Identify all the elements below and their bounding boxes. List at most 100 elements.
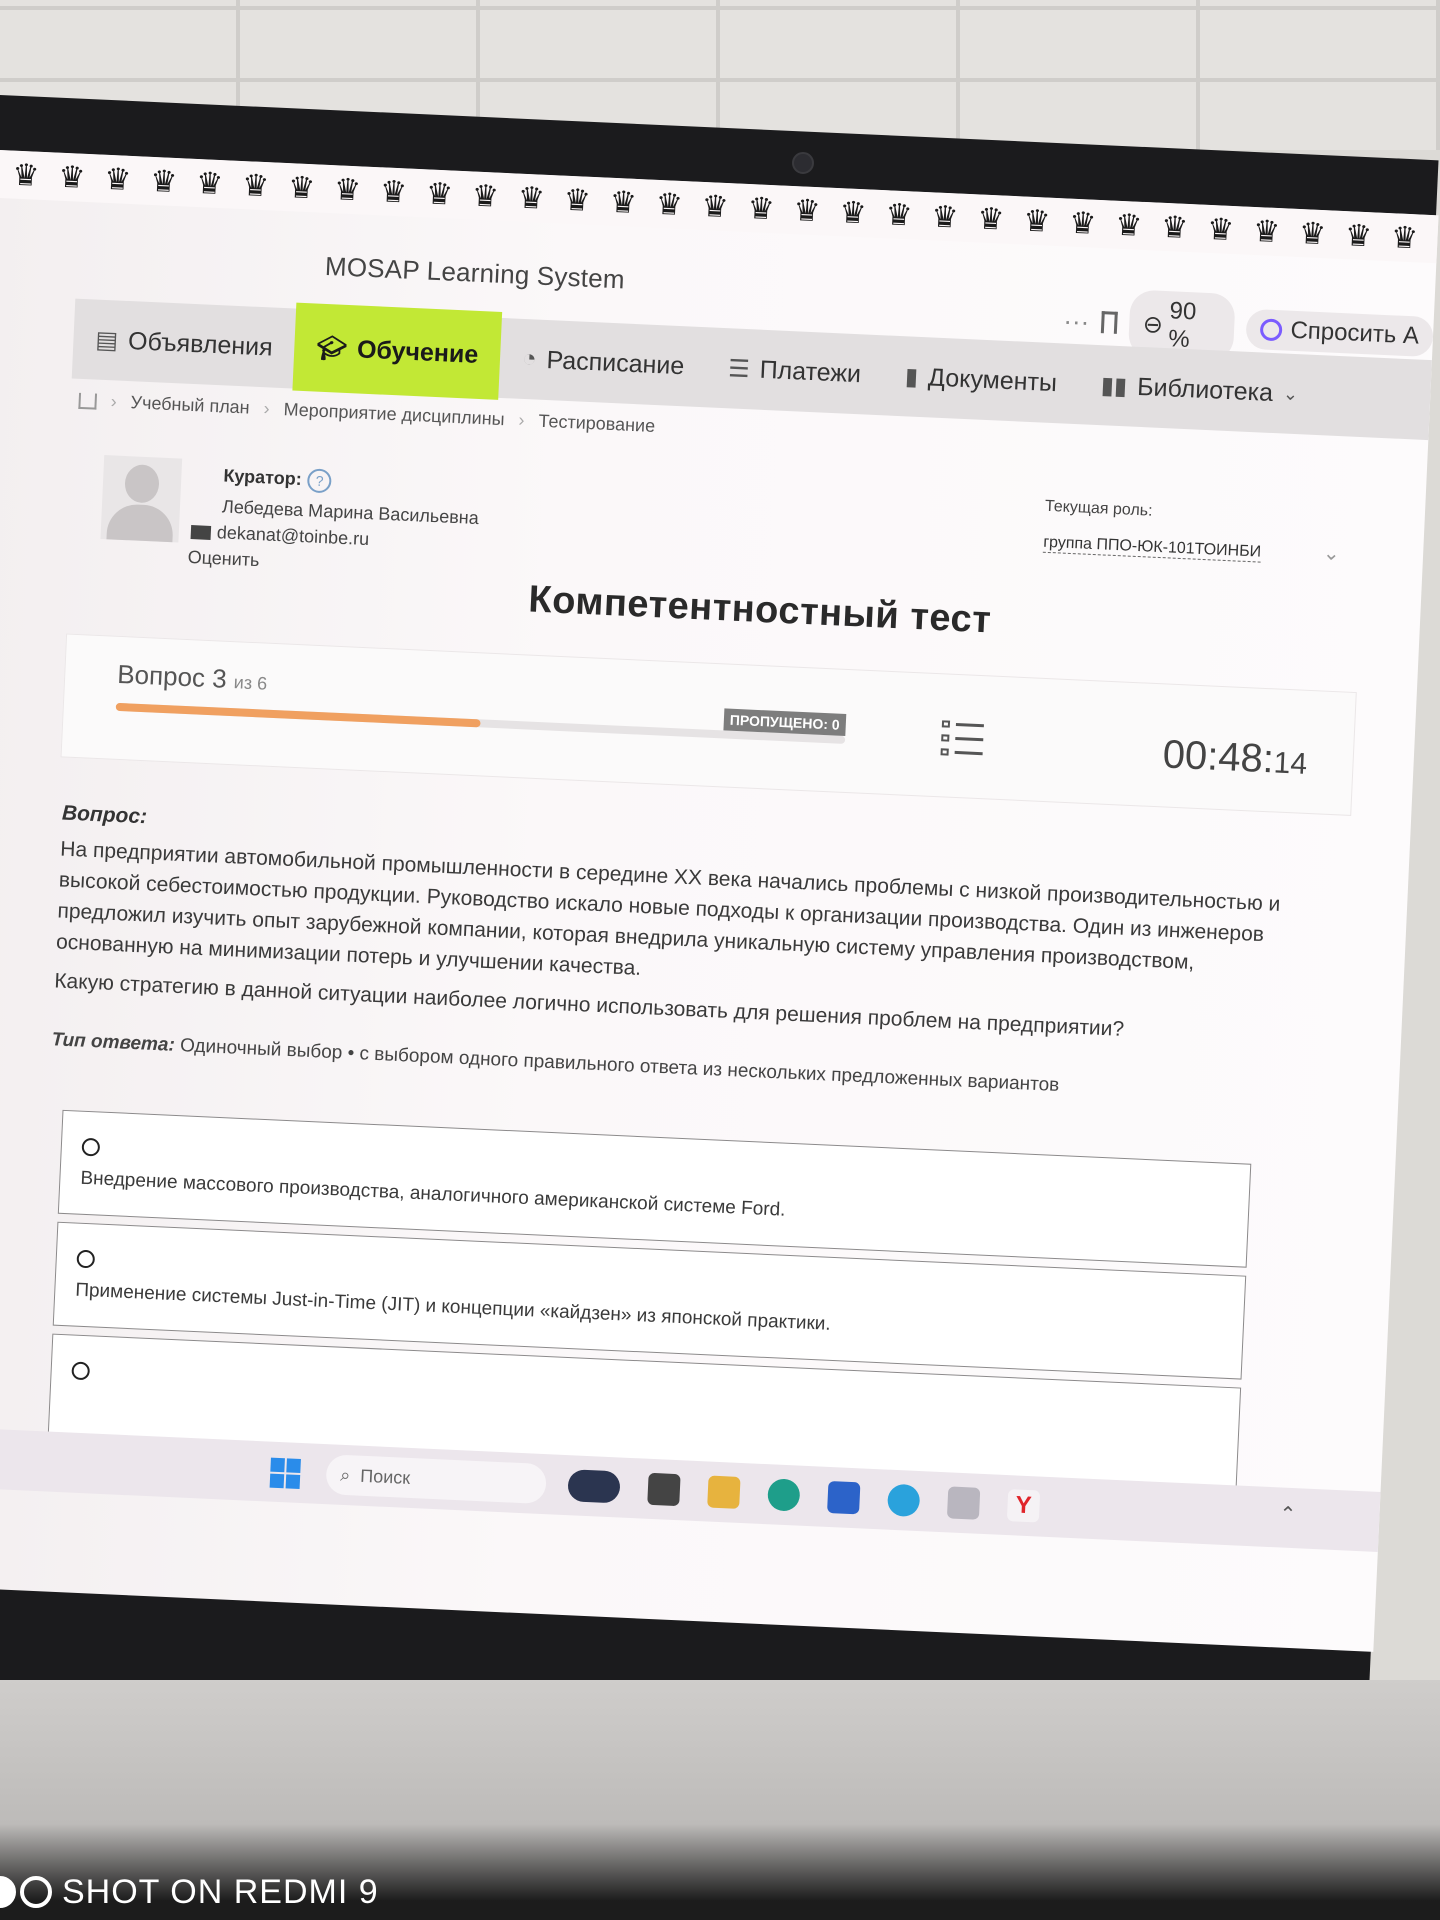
crown-icon: ♛ bbox=[1252, 214, 1281, 249]
curator-label: Куратор:? bbox=[223, 464, 333, 494]
crown-icon: ♛ bbox=[1298, 216, 1327, 251]
task-view-icon[interactable] bbox=[647, 1472, 681, 1507]
role-select[interactable]: группа ППО-ЮК-101ТОИНБИ bbox=[1042, 533, 1262, 563]
breadcrumb-item[interactable]: Мероприятие дисциплины bbox=[283, 399, 505, 430]
crown-icon: ♛ bbox=[471, 178, 500, 214]
help-icon[interactable]: ? bbox=[307, 468, 333, 494]
taskbar-search[interactable]: ⌕ Поиск bbox=[325, 1454, 547, 1505]
clock-icon: ◔ bbox=[521, 344, 538, 373]
bookmark-icon[interactable] bbox=[1100, 311, 1118, 334]
nav-item-documents[interactable]: ▮ Документы bbox=[881, 335, 1081, 424]
nav-item-label: Библиотека bbox=[1136, 372, 1274, 407]
question-number: Вопрос 3 bbox=[116, 658, 228, 694]
nav-item-learning[interactable]: 🎓︎ Обучение bbox=[292, 302, 503, 400]
curator-email-text: dekanat@toinbe.ru bbox=[216, 522, 370, 550]
answer-type-value: Одиночный выбор • с выбором одного прави… bbox=[179, 1035, 1060, 1097]
zoom-icon: ⊖ bbox=[1142, 310, 1164, 339]
timer-main: 00:48: bbox=[1161, 732, 1275, 782]
breadcrumb-separator: › bbox=[263, 398, 271, 419]
radio-button[interactable] bbox=[81, 1137, 101, 1157]
answer-type-label: Тип ответа: bbox=[51, 1029, 176, 1056]
question-total: из 6 bbox=[233, 672, 268, 694]
crown-icon: ♛ bbox=[1068, 206, 1097, 241]
curator-label-text: Куратор: bbox=[223, 465, 303, 490]
question-counter: Вопрос 3 из 6 bbox=[117, 659, 268, 697]
crown-icon: ♛ bbox=[976, 201, 1006, 237]
crown-icon: ♛ bbox=[149, 164, 178, 199]
chevron-up-icon[interactable]: ⌃ bbox=[1279, 1501, 1297, 1527]
answer-option-text: Применение системы Just-in-Time (JIT) и … bbox=[74, 1279, 832, 1335]
crown-icon: ♛ bbox=[930, 199, 960, 235]
crown-icon: ♛ bbox=[1206, 212, 1235, 247]
zoom-value: 90 % bbox=[1167, 297, 1197, 354]
nav-item-library[interactable]: ▮▮ Библиотека ⌄ bbox=[1077, 344, 1322, 435]
graduation-cap-icon: 🎓︎ bbox=[316, 334, 348, 363]
crown-icon: ♛ bbox=[57, 160, 87, 195]
home-icon[interactable] bbox=[78, 392, 98, 410]
webcam bbox=[792, 152, 814, 174]
crown-icon: ♛ bbox=[287, 170, 316, 205]
nav-item-label: Документы bbox=[927, 362, 1058, 397]
book-icon: ▮▮ bbox=[1100, 371, 1128, 400]
edge-browser-icon[interactable] bbox=[767, 1478, 801, 1512]
crown-icon: ♛ bbox=[333, 172, 362, 207]
ask-label: Спросить А bbox=[1289, 316, 1420, 350]
breadcrumb-item[interactable]: Учебный план bbox=[130, 392, 250, 418]
crown-icon: ♛ bbox=[1390, 220, 1419, 255]
crown-icon: ♛ bbox=[1344, 218, 1373, 253]
crown-icon: ♛ bbox=[609, 185, 638, 220]
document-icon: ▮ bbox=[904, 362, 919, 391]
announcements-icon: ▤ bbox=[94, 326, 119, 355]
crown-icon: ♛ bbox=[1436, 222, 1439, 257]
crown-icon: ♛ bbox=[1114, 208, 1143, 243]
question-label: Вопрос: bbox=[61, 801, 148, 829]
yandex-browser-icon[interactable]: Y bbox=[1006, 1489, 1041, 1523]
chevron-down-icon: ⌄ bbox=[1282, 382, 1299, 404]
breadcrumb-item-current: Тестирование bbox=[538, 410, 656, 436]
crown-icon: ♛ bbox=[792, 193, 822, 228]
file-explorer-icon[interactable] bbox=[707, 1475, 741, 1509]
store-icon[interactable] bbox=[827, 1480, 861, 1515]
radio-button[interactable] bbox=[71, 1361, 91, 1381]
crown-icon: ♛ bbox=[563, 183, 592, 218]
crown-icon: ♛ bbox=[746, 191, 776, 226]
camera-watermark: SHOT ON REDMI 9 bbox=[0, 1868, 520, 1916]
breadcrumb-separator: › bbox=[518, 409, 526, 431]
crown-icon: ♛ bbox=[11, 158, 41, 193]
radio-button[interactable] bbox=[76, 1249, 96, 1269]
camera-dots-icon bbox=[0, 1876, 52, 1908]
search-icon: ⌕ bbox=[339, 1464, 351, 1485]
ask-assistant-button[interactable]: Спросить А bbox=[1245, 308, 1434, 358]
nav-item-label: Объявления bbox=[127, 326, 274, 362]
windows-start-icon[interactable] bbox=[269, 1457, 301, 1489]
app-icon[interactable] bbox=[946, 1486, 981, 1520]
crown-icon: ♛ bbox=[884, 197, 914, 232]
answer-option-text: Внедрение массового производства, аналог… bbox=[79, 1167, 786, 1221]
crown-icon: ♛ bbox=[838, 195, 868, 230]
camera-watermark-text: SHOT ON REDMI 9 bbox=[62, 1872, 379, 1911]
nav-item-schedule[interactable]: ◔ Расписание bbox=[498, 318, 708, 407]
test-progress-card: Вопрос 3 из 6 ПРОПУЩЕНО: 0 00:48:14 bbox=[60, 633, 1357, 816]
progress-bar-fill bbox=[115, 702, 481, 728]
crown-icon: ♛ bbox=[1160, 210, 1189, 245]
avatar bbox=[100, 455, 183, 543]
nav-item-announcements[interactable]: ▤ Объявления bbox=[72, 299, 297, 389]
widgets-icon[interactable] bbox=[567, 1469, 621, 1504]
assistant-icon bbox=[1260, 318, 1284, 342]
curator-email[interactable]: dekanat@toinbe.ru bbox=[190, 521, 370, 550]
telegram-icon[interactable] bbox=[886, 1483, 921, 1518]
crown-icon: ♛ bbox=[655, 187, 684, 222]
timer: 00:48:14 bbox=[1162, 732, 1308, 784]
crown-icon: ♛ bbox=[517, 181, 546, 216]
mail-icon bbox=[190, 524, 212, 540]
screen: ♛ ♛ ♛ ♛ ♛ ♛ ♛ ♛ ♛ ♛ ♛ ♛ ♛ ♛ ♛ ♛ ♛ ♛ ♛ ♛ ♛ ♛ ♛ ♛ ♛ ♛ ♛ ♛ ♛ ♛ ♛ ♛ MOSAP L… bbox=[0, 150, 1439, 1652]
chevron-down-icon[interactable]: ⌄ bbox=[1323, 540, 1341, 566]
question-list-icon[interactable] bbox=[940, 718, 984, 760]
crown-icon: ♛ bbox=[425, 176, 454, 212]
nav-item-label: Обучение bbox=[356, 334, 479, 369]
timer-seconds: 14 bbox=[1272, 746, 1308, 781]
answer-type: Тип ответа: Одиночный выбор • с выбором … bbox=[51, 1029, 1060, 1097]
more-icon[interactable]: ··· bbox=[1063, 305, 1090, 337]
nav-item-payments[interactable]: ☰ Платежи bbox=[704, 327, 884, 415]
app-title: MOSAP Learning System bbox=[324, 250, 626, 295]
